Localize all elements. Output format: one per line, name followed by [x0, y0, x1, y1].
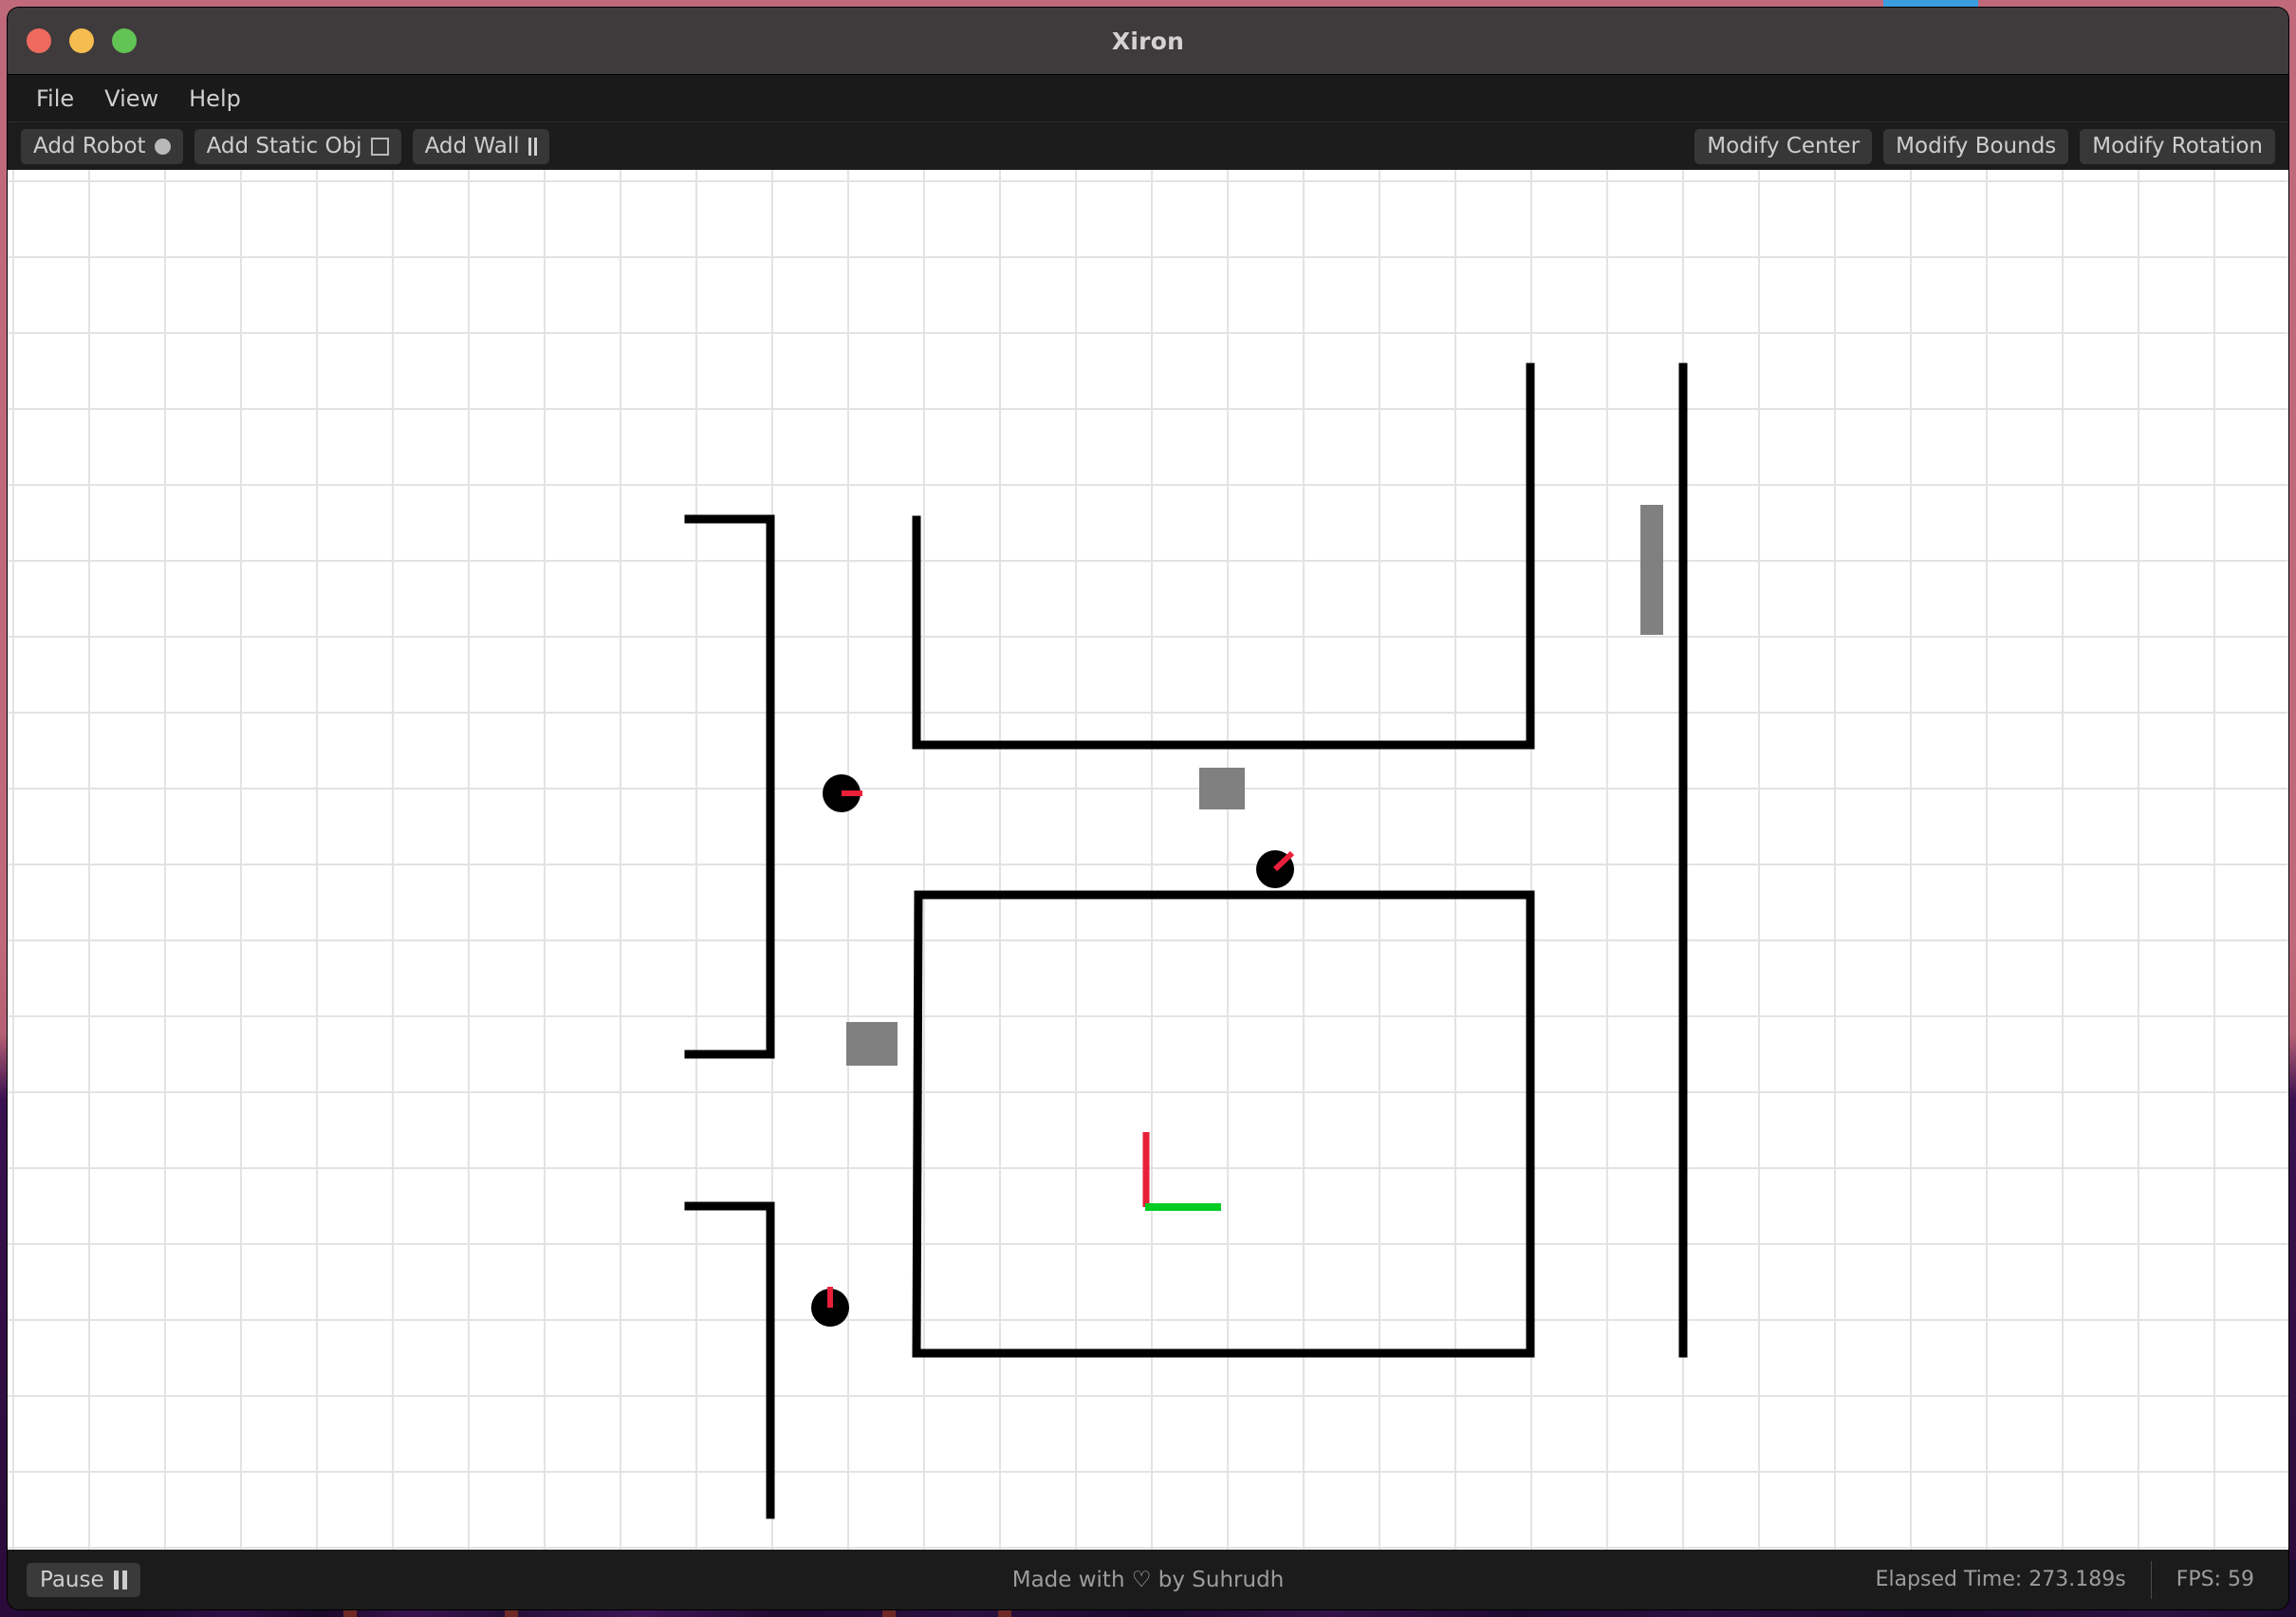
toolbar-right-group: Modify Center Modify Bounds Modify Rotat… [1694, 129, 2275, 164]
filled-circle-icon [154, 139, 171, 155]
wall-lower-left-hook[interactable] [684, 1201, 775, 1519]
elapsed-time-label: Elapsed Time: 273.189s [1875, 1568, 2126, 1591]
menu-item-view[interactable]: View [89, 83, 174, 115]
status-bar: Pause Made with ♡ by Suhrudh Elapsed Tim… [8, 1550, 2288, 1609]
add-wall-button[interactable]: Add Wall [412, 129, 549, 164]
menu-item-file[interactable]: File [28, 83, 89, 115]
close-window-button[interactable] [27, 28, 51, 53]
heart-icon: ♡ [1131, 1567, 1152, 1592]
menu-bar: File View Help [8, 75, 2288, 122]
walls-group [684, 362, 1688, 1519]
wall-main-room[interactable] [912, 890, 1535, 1358]
robot-2[interactable] [1256, 850, 1295, 888]
status-right-group: Elapsed Time: 273.189s FPS: 59 [1851, 1550, 2279, 1609]
scene-objects [684, 362, 1688, 1519]
double-bar-icon [528, 138, 537, 156]
add-robot-label: Add Robot [33, 134, 146, 159]
maximize-window-button[interactable] [112, 28, 137, 53]
static-obj-2[interactable] [846, 1022, 898, 1066]
modify-center-button[interactable]: Modify Center [1694, 129, 1873, 164]
modify-rotation-button[interactable]: Modify Rotation [2080, 129, 2275, 164]
toolbar: Add Robot Add Static Obj Add Wall Modify… [8, 122, 2288, 172]
static-obj-1[interactable] [1199, 768, 1245, 809]
title-bar: Xiron [8, 8, 2288, 75]
pause-icon [113, 1570, 127, 1589]
toolbar-left-group: Add Robot Add Static Obj Add Wall [21, 129, 549, 164]
pause-button[interactable]: Pause [27, 1562, 140, 1597]
simulation-canvas[interactable] [8, 170, 2288, 1550]
wall-upper-room[interactable] [912, 362, 1535, 750]
static-objects-group [846, 505, 1663, 1066]
origin-axis-marker [1142, 1132, 1221, 1211]
add-wall-label: Add Wall [424, 134, 520, 159]
menu-item-help[interactable]: Help [174, 83, 256, 115]
wall-top-left-hook[interactable] [684, 514, 775, 1059]
minimize-window-button[interactable] [69, 28, 94, 53]
outline-square-icon [370, 138, 389, 156]
robot-1[interactable] [823, 774, 862, 812]
application-window: Xiron File View Help Add Robot Add Stati… [8, 8, 2288, 1609]
robot-3[interactable] [811, 1287, 849, 1327]
fps-label: FPS: 59 [2176, 1568, 2254, 1591]
add-static-obj-label: Add Static Obj [206, 134, 362, 159]
static-obj-3[interactable] [1640, 505, 1663, 635]
add-static-obj-button[interactable]: Add Static Obj [194, 129, 401, 164]
window-controls [27, 8, 137, 74]
modify-bounds-button[interactable]: Modify Bounds [1883, 129, 2069, 164]
add-robot-button[interactable]: Add Robot [21, 129, 183, 164]
window-title: Xiron [1111, 27, 1185, 55]
credit-prefix: Made with [1011, 1567, 1132, 1592]
pause-label: Pause [40, 1567, 104, 1592]
credit-suffix: by Suhrudh [1151, 1567, 1285, 1592]
